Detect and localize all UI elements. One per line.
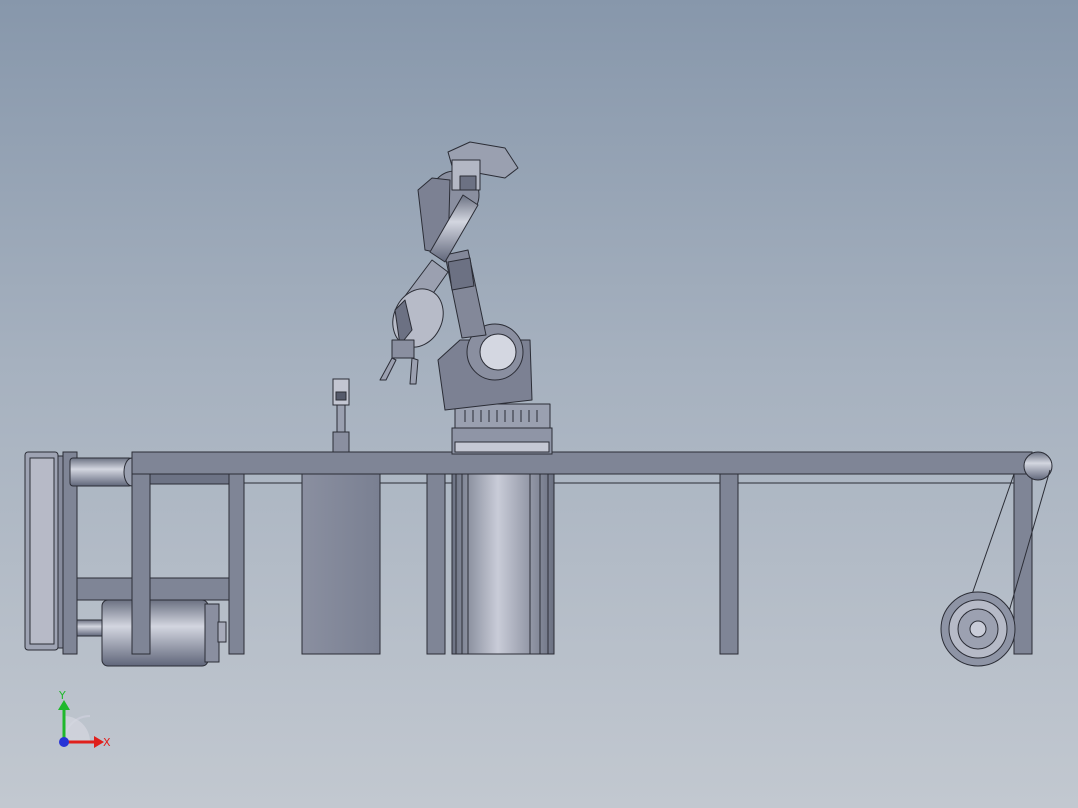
conveyor-frame[interactable]: [131, 451, 1053, 655]
control-cabinet[interactable]: [301, 473, 381, 655]
frame-leg-1: [131, 473, 151, 655]
cad-viewport[interactable]: Y X: [0, 0, 1078, 808]
belt-return: [969, 473, 1015, 601]
coordinate-triad: Y X: [58, 689, 111, 749]
roller-shaft: [69, 457, 133, 487]
assembly-scene[interactable]: Y X: [0, 0, 1078, 808]
sensor-post[interactable]: [332, 378, 350, 453]
x-axis-label: X: [103, 736, 111, 749]
idler-pulley[interactable]: [940, 591, 1016, 667]
frame-leg-3: [426, 473, 446, 655]
frame-leg-4: [719, 473, 739, 655]
z-axis-dot: [59, 737, 69, 747]
y-axis-label: Y: [58, 689, 66, 702]
motor-shaft: [76, 619, 106, 637]
drive-motor: [101, 599, 209, 667]
industrial-robot-arm[interactable]: [379, 141, 551, 429]
gripper[interactable]: [379, 339, 419, 385]
frame-leg-2: [228, 473, 245, 655]
top-rail: [131, 451, 1033, 475]
